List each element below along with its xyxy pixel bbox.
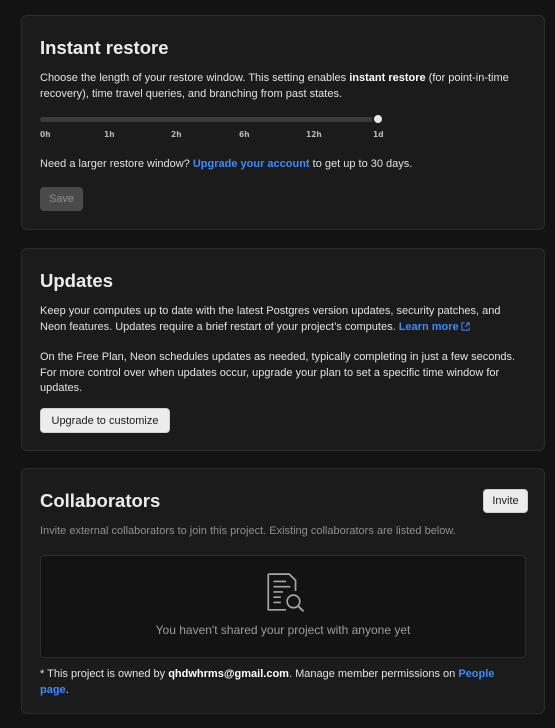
upgrade-to-customize-button[interactable]: Upgrade to customize	[40, 408, 170, 433]
updates-title: Updates	[40, 270, 113, 291]
instant-restore-title: Instant restore	[40, 37, 169, 58]
document-search-icon	[267, 573, 304, 612]
updates-description: Keep your computes up to date with the l…	[40, 305, 501, 333]
slider-tick-6h: 6h	[239, 130, 250, 139]
restore-window-slider-thumb[interactable]	[372, 113, 384, 125]
upgrade-account-link[interactable]: Upgrade your account	[193, 158, 310, 170]
upgrade-restore-notice: Need a larger restore window? Upgrade yo…	[40, 158, 413, 170]
invite-button[interactable]: Invite	[483, 489, 528, 513]
save-button[interactable]: Save	[40, 187, 83, 211]
collaborators-card: Collaborators Invite Invite external col…	[21, 468, 545, 714]
instant-restore-card: Instant restore Choose the length of you…	[21, 15, 545, 230]
updates-card: Updates Keep your computes up to date wi…	[21, 248, 545, 451]
collaborators-title: Collaborators	[40, 490, 161, 511]
slider-tick-1d: 1d	[373, 130, 384, 139]
slider-tick-12h: 12h	[306, 130, 322, 139]
collaborators-description: Invite external collaborators to join th…	[40, 525, 456, 537]
restore-window-slider-track[interactable]	[40, 117, 380, 122]
instant-restore-description: Choose the length of your restore window…	[40, 72, 509, 100]
free-plan-updates-note: On the Free Plan, Neon schedules updates…	[40, 351, 516, 394]
slider-tick-0h: 0h	[40, 130, 51, 139]
external-link-icon	[461, 321, 470, 331]
owner-email: qhdwhrms@gmail.com	[168, 668, 289, 680]
slider-tick-2h: 2h	[171, 130, 182, 139]
collaborators-empty-state: You haven't shared your project with any…	[40, 555, 526, 658]
slider-tick-1h: 1h	[104, 130, 115, 139]
empty-state-message: You haven't shared your project with any…	[155, 623, 411, 637]
learn-more-link[interactable]: Learn more	[399, 321, 470, 333]
project-owner-note: * This project is owned by qhdwhrms@gmai…	[40, 668, 495, 696]
